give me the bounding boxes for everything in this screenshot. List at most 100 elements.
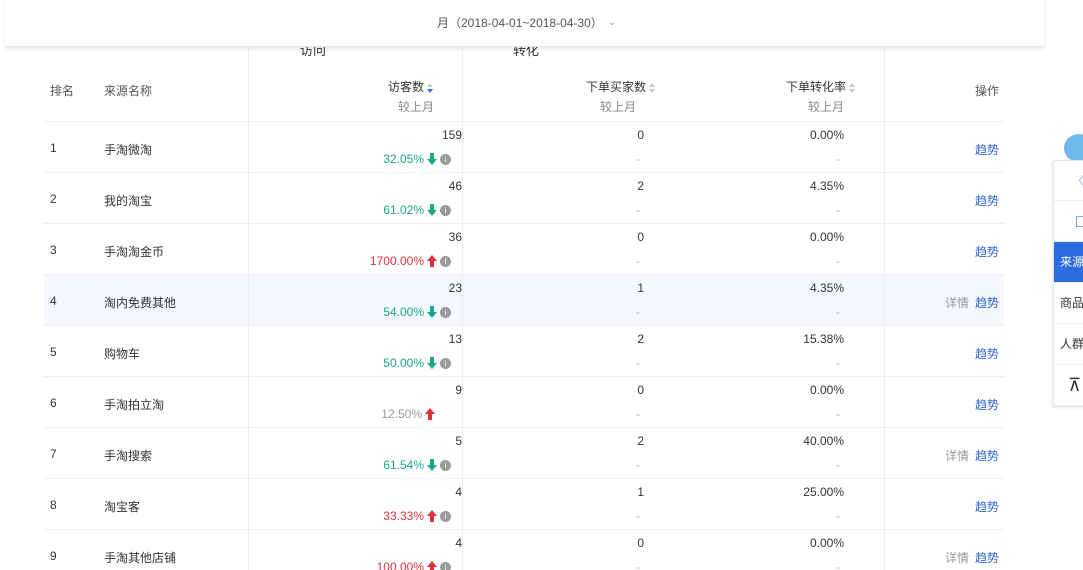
table-row: 2 我的淘宝 46 61.02% i 2 - 4.35% - 趋势 <box>44 173 1004 224</box>
table-row: 9 手淘其他店铺 4 100.00% i 0 - 0.00% - 详情 趋势 <box>44 530 1004 570</box>
trend-link[interactable]: 趋势 <box>975 549 999 566</box>
row-rate-change: - <box>836 254 840 268</box>
table-row: 7 手淘搜索 5 61.54% i 2 - 40.00% - 详情 趋势 <box>44 428 1004 479</box>
info-icon[interactable]: i <box>440 357 451 369</box>
row-visitors: 36 <box>448 230 462 244</box>
row-orders-change: - <box>636 458 640 472</box>
change-value: 100.00% <box>376 560 424 570</box>
row-rate: 25.00% <box>803 485 844 499</box>
source-table: 排名 来源名称 访客数 较上月 下单买家数 较上月 下单转化率 较上月 操作 1… <box>44 47 1004 570</box>
chevron-down-icon: ⌄ <box>607 17 617 28</box>
trend-link[interactable]: 趋势 <box>975 243 999 260</box>
detail-link[interactable]: 详情 <box>945 294 969 311</box>
arrow-down-icon <box>427 153 437 165</box>
info-icon[interactable]: i <box>440 510 451 522</box>
row-visitors-change: 33.33% i <box>383 509 451 523</box>
row-rate: 0.00% <box>809 128 844 142</box>
trend-link[interactable]: 趋势 <box>975 396 999 413</box>
row-orders-change: - <box>636 152 640 166</box>
sort-icon[interactable] <box>649 82 656 93</box>
row-rate: 15.38% <box>803 332 844 346</box>
info-icon[interactable]: i <box>440 561 451 570</box>
sort-icon[interactable] <box>427 82 434 93</box>
arrow-up-icon <box>425 408 435 420</box>
trend-link[interactable]: 趋势 <box>975 294 999 311</box>
row-rate: 4.35% <box>809 179 844 193</box>
row-actions: 趋势 <box>975 396 999 413</box>
table-row: 4 淘内免费其他 23 54.00% i 1 - 4.35% - 详情 趋势 <box>44 275 1004 326</box>
row-rank: 3 <box>50 243 57 257</box>
change-value: 61.02% <box>383 203 424 217</box>
sort-icon[interactable] <box>849 82 856 93</box>
back-to-top-icon[interactable]: ⊼ <box>1054 365 1083 406</box>
row-rate: 4.35% <box>809 281 844 295</box>
bell-icon[interactable]: ♢ <box>1054 161 1083 201</box>
row-rate-change: - <box>836 407 840 421</box>
row-orders-change: - <box>636 356 640 370</box>
row-rate: 0.00% <box>809 536 844 550</box>
row-source-name: 我的淘宝 <box>104 194 153 208</box>
float-item-crowd[interactable]: 人群 <box>1054 324 1083 365</box>
header-action: 操作 <box>974 84 999 98</box>
header-rate-compare: 较上月 <box>807 100 844 114</box>
row-visitors-change: 50.00% i <box>383 356 451 370</box>
trend-link[interactable]: 趋势 <box>975 345 999 362</box>
header-visitors-compare: 较上月 <box>397 100 434 114</box>
row-rank: 1 <box>50 141 57 155</box>
header-rate[interactable]: 下单转化率 较上月 <box>786 77 856 117</box>
row-orders: 1 <box>637 485 644 499</box>
row-rank: 8 <box>50 498 57 512</box>
chat-icon[interactable]: □ <box>1054 201 1083 242</box>
row-orders: 2 <box>637 434 644 448</box>
info-icon[interactable]: i <box>440 306 451 318</box>
arrow-down-icon <box>427 357 437 369</box>
info-icon[interactable]: i <box>440 255 451 267</box>
mascot-icon[interactable] <box>1064 134 1083 162</box>
row-actions: 详情 趋势 <box>945 294 999 311</box>
row-orders: 2 <box>637 332 644 346</box>
arrow-up-icon <box>427 255 437 267</box>
detail-link[interactable]: 详情 <box>945 447 969 464</box>
change-value: 1700.00% <box>369 254 424 268</box>
row-rate-change: - <box>836 356 840 370</box>
row-rank: 2 <box>50 192 57 206</box>
arrow-up-icon <box>427 561 437 570</box>
row-orders-change: - <box>636 407 640 421</box>
info-icon[interactable]: i <box>440 459 451 471</box>
row-visitors-change: 54.00% i <box>383 305 451 319</box>
change-value: 32.05% <box>383 152 424 166</box>
row-visitors: 23 <box>448 281 462 295</box>
change-value: 61.54% <box>383 458 424 472</box>
row-orders-change: - <box>636 560 640 570</box>
change-value: 50.00% <box>383 356 424 370</box>
header-visitors-label: 访客数 <box>387 80 424 94</box>
row-rate-change: - <box>836 305 840 319</box>
info-icon[interactable]: i <box>440 153 451 165</box>
header-visitors[interactable]: 访客数 较上月 <box>388 77 434 117</box>
header-orders[interactable]: 下单买家数 较上月 <box>586 77 656 117</box>
row-orders-change: - <box>636 203 640 217</box>
float-item-product[interactable]: 商品 <box>1054 283 1083 324</box>
change-value: 12.50% <box>381 407 422 421</box>
row-orders: 0 <box>637 230 644 244</box>
trend-link[interactable]: 趋势 <box>975 141 999 158</box>
row-rank: 9 <box>50 549 57 563</box>
detail-link[interactable]: 详情 <box>945 549 969 566</box>
table-row: 8 淘宝客 4 33.33% i 1 - 25.00% - 趋势 <box>44 479 1004 530</box>
row-visitors-change: 12.50% <box>381 407 435 421</box>
floating-sidebar: ♢ □ 来源 商品 人群 ⊼ <box>1053 160 1083 407</box>
table-row: 3 手淘淘金币 36 1700.00% i 0 - 0.00% - 趋势 <box>44 224 1004 275</box>
info-icon[interactable]: i <box>440 204 451 216</box>
row-rank: 7 <box>50 447 57 461</box>
trend-link[interactable]: 趋势 <box>975 498 999 515</box>
row-visitors-change: 61.02% i <box>383 203 451 217</box>
period-selector[interactable]: 月（2018-04-01~2018-04-30） ⌄ <box>437 14 616 31</box>
header-rank: 排名 <box>50 84 75 98</box>
row-visitors-change: 100.00% i <box>377 560 451 570</box>
float-item-source[interactable]: 来源 <box>1054 242 1083 283</box>
arrow-down-icon <box>427 459 437 471</box>
trend-link[interactable]: 趋势 <box>975 447 999 464</box>
row-actions: 详情 趋势 <box>945 549 999 566</box>
row-actions: 趋势 <box>975 345 999 362</box>
trend-link[interactable]: 趋势 <box>975 192 999 209</box>
